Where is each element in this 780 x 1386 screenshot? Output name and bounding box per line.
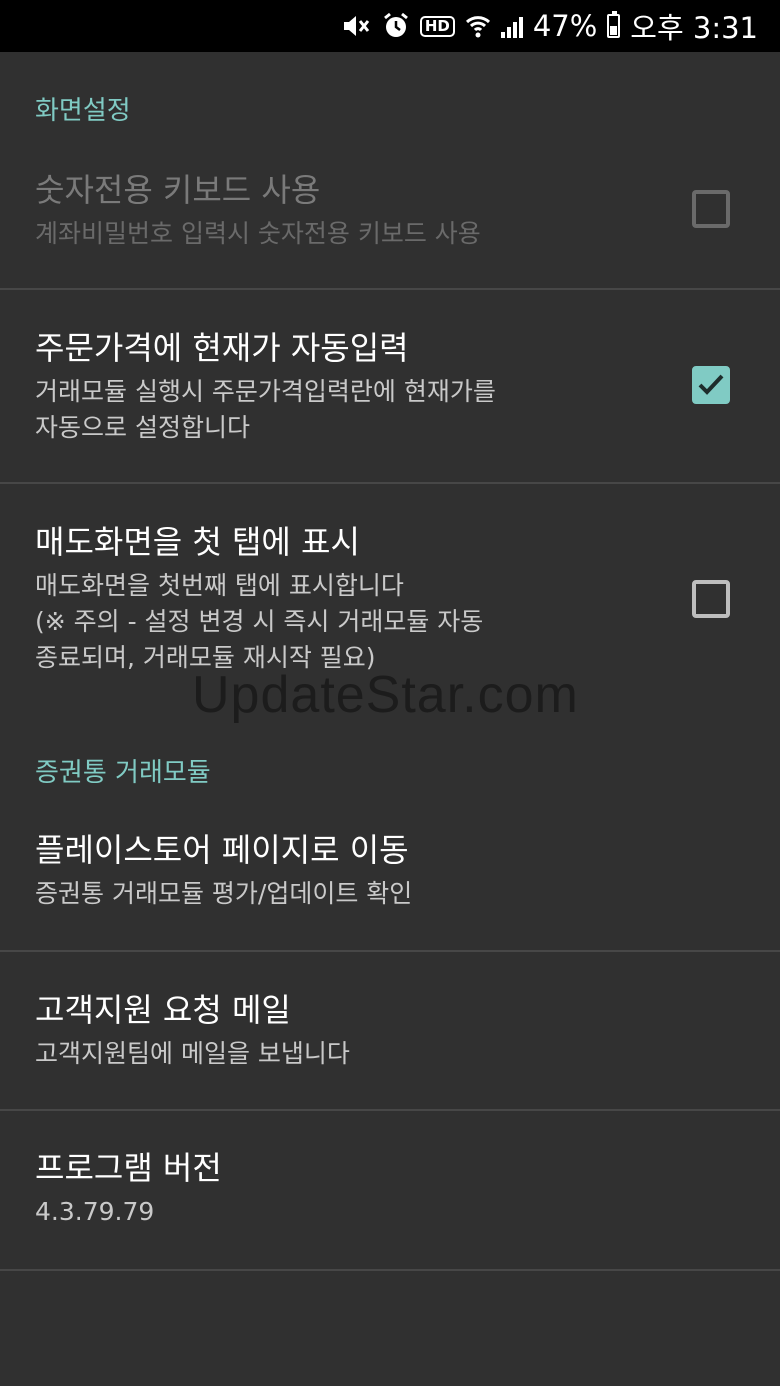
alarm-icon [382,12,410,40]
pref-title: 숫자전용 키보드 사용 [35,171,321,209]
hd-icon: HD [419,15,455,37]
pref-title: 플레이스토어 페이지로 이동 [35,831,409,869]
divider [0,950,780,952]
pref-play-store[interactable]: 플레이스토어 페이지로 이동 증권통 거래모듈 평가/업데이트 확인 [0,828,780,912]
checkmark-icon [698,374,724,395]
sell-first-tab-checkbox[interactable] [692,580,730,618]
status-bar: HD 47% 오후 3:31 [0,0,780,52]
pref-title: 주문가격에 현재가 자동입력 [35,329,409,367]
pref-title: 고객지원 요청 메일 [35,991,291,1029]
pref-auto-price[interactable]: 주문가격에 현재가 자동입력 거래모듈 실행시 주문가격입력란에 현재가를 자동… [0,326,780,446]
pref-title: 프로그램 버전 [35,1149,222,1187]
numeric-keyboard-checkbox[interactable] [692,190,730,228]
mute-icon [342,13,372,39]
clock: 오후 3:31 [630,11,758,45]
pref-summary: 4.3.79.79 [35,1197,155,1226]
divider [0,482,780,484]
pref-program-version[interactable]: 프로그램 버전 4.3.79.79 [0,1146,780,1230]
category-trading-module: 증권통 거래모듈 [35,758,211,788]
battery-icon [607,11,621,38]
wifi-icon [465,14,491,38]
pref-sell-first-tab[interactable]: 매도화면을 첫 탭에 표시 매도화면을 첫번째 탭에 표시합니다 (※ 주의 -… [0,520,780,676]
watermark: UpdateStar.com [192,666,579,724]
divider [0,288,780,290]
auto-price-checkbox[interactable] [692,366,730,404]
pref-summary: 계좌비밀번호 입력시 숫자전용 키보드 사용 [35,219,481,248]
divider [0,1109,780,1111]
pref-summary: 고객지원팀에 메일을 보냅니다 [35,1039,350,1068]
pref-numeric-keyboard[interactable]: 숫자전용 키보드 사용 계좌비밀번호 입력시 숫자전용 키보드 사용 [0,168,780,252]
signal-icon [500,14,523,38]
pref-support-mail[interactable]: 고객지원 요청 메일 고객지원팀에 메일을 보냅니다 [0,988,780,1072]
divider [0,1269,780,1271]
category-display-settings: 화면설정 [35,96,131,126]
pref-summary: 거래모듈 실행시 주문가격입력란에 현재가를 자동으로 설정합니다 [35,377,496,442]
pref-summary: 매도화면을 첫번째 탭에 표시합니다 (※ 주의 - 설정 변경 시 즉시 거래… [35,571,484,672]
pref-title: 매도화면을 첫 탭에 표시 [35,523,360,561]
battery-percent: 47% [532,9,598,43]
pref-summary: 증권통 거래모듈 평가/업데이트 확인 [35,879,413,908]
